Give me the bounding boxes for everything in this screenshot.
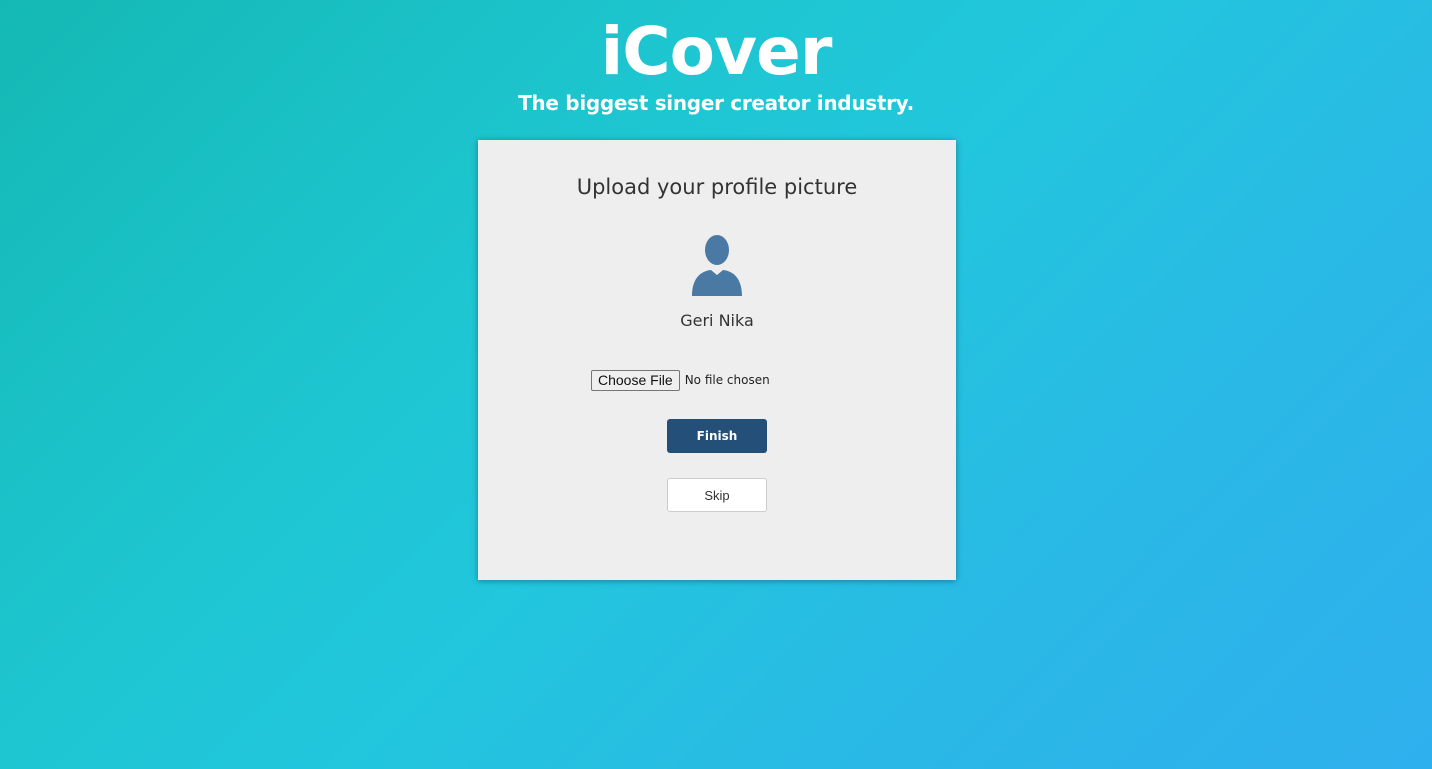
- upload-heading: Upload your profile picture: [576, 175, 858, 199]
- finish-button[interactable]: Finish: [667, 419, 767, 453]
- file-input[interactable]: Choose File No file chosen: [591, 369, 770, 391]
- app-logo-title: iCover: [600, 13, 833, 90]
- file-status-text: No file chosen: [684, 373, 770, 387]
- user-name: Geri Nika: [680, 311, 754, 330]
- brand-header: iCover The biggest singer creator indust…: [0, 14, 1432, 116]
- skip-button[interactable]: Skip: [667, 478, 767, 512]
- app-tagline: The biggest singer creator industry.: [518, 91, 914, 115]
- choose-file-button[interactable]: Choose File: [591, 369, 680, 391]
- upload-card: Upload your profile picture Geri Nika Ch…: [478, 140, 956, 580]
- user-silhouette-icon: [692, 235, 742, 296]
